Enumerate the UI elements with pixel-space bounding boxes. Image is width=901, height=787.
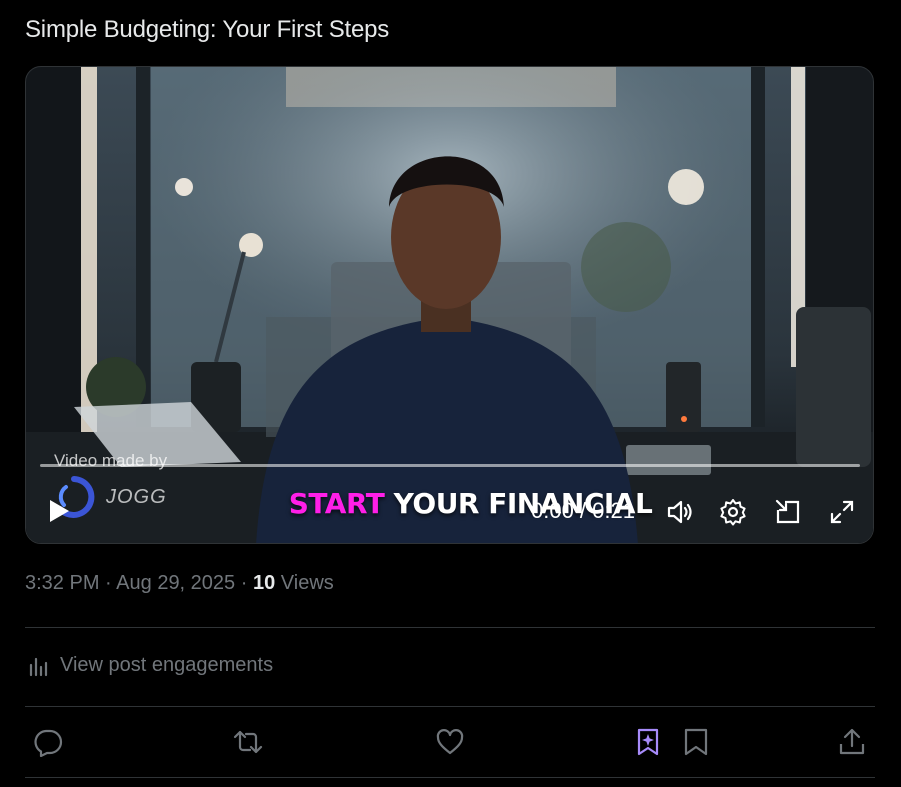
engagements-label: View post engagements (60, 654, 274, 676)
like-button[interactable] (435, 727, 465, 757)
caption-highlight: START (288, 487, 385, 520)
bookmark-icon (684, 728, 708, 756)
reply-icon (34, 729, 63, 758)
grok-icon (637, 728, 659, 756)
video-player[interactable]: START YOUR FINANCIAL Video made by JOGG … (25, 66, 874, 544)
divider (25, 706, 875, 707)
divider (25, 627, 875, 628)
gear-icon (720, 499, 746, 526)
video-thumbnail (26, 67, 873, 543)
fullscreen-icon (830, 500, 854, 524)
heart-icon (436, 729, 464, 755)
views-label: Views (280, 572, 334, 594)
grok-bookmark-button[interactable] (633, 727, 663, 757)
repost-button[interactable] (233, 727, 263, 757)
play-icon (50, 500, 69, 522)
view-engagements-link[interactable]: View post engagements (28, 654, 273, 677)
divider (25, 777, 875, 778)
reply-button[interactable] (33, 727, 63, 758)
video-caption: START YOUR FINANCIAL (47, 487, 873, 520)
watermark-brand: JOGG (106, 485, 167, 508)
share-icon (839, 728, 865, 755)
fullscreen-button[interactable] (827, 497, 857, 527)
pip-button[interactable] (773, 497, 803, 527)
volume-icon (667, 500, 692, 524)
post-time[interactable]: 3:32 PM (25, 572, 99, 594)
post-meta: 3:32 PM · Aug 29, 2025 · 10 Views (25, 572, 334, 595)
post-text: Simple Budgeting: Your First Steps (25, 16, 390, 43)
meta-separator: · (240, 572, 248, 594)
meta-separator: · (105, 572, 112, 594)
bar-chart-icon (29, 657, 48, 676)
settings-button[interactable] (718, 497, 748, 527)
time-display: 0:00 / 0:21 (531, 498, 635, 523)
volume-button[interactable] (664, 497, 694, 527)
play-button[interactable] (46, 498, 72, 524)
repost-icon (233, 730, 263, 754)
post-date[interactable]: Aug 29, 2025 (116, 572, 235, 594)
picture-in-picture-icon (775, 499, 800, 524)
video-frame[interactable] (26, 67, 873, 543)
watermark-label: Video made by (54, 451, 168, 470)
share-button[interactable] (837, 727, 867, 757)
views-count: 10 (252, 572, 276, 594)
bookmark-button[interactable] (681, 727, 711, 757)
